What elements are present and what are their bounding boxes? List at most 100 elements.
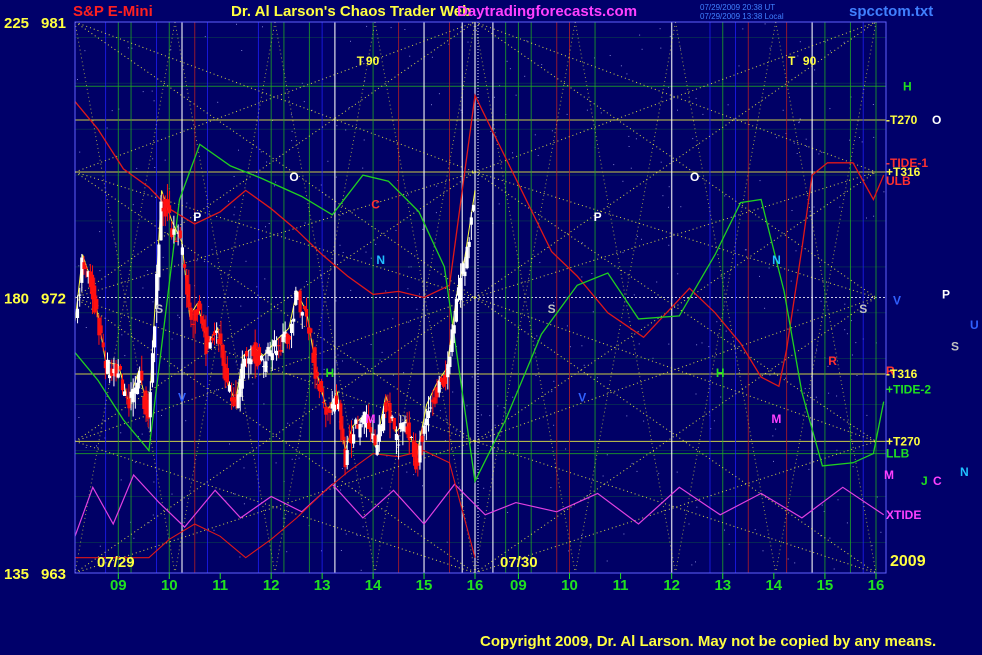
star-dot [790,280,792,282]
star-dot [797,55,799,57]
star-dot [503,407,505,408]
star-dot [336,125,338,127]
star-dot [370,257,372,259]
instrument-label: S&P E-Mini [73,3,153,20]
star-dot [286,551,288,553]
star-dot [323,338,325,340]
candle-body [304,309,309,317]
candle-body [210,337,214,341]
star-dot [785,377,787,379]
star-dot [668,244,670,246]
star-dot [583,364,585,366]
star-dot [541,64,543,66]
star-dot [606,454,608,456]
candle-body [319,381,324,393]
star-dot [177,314,179,316]
star-dot [844,329,846,331]
candle-body [272,340,276,347]
star-dot [136,167,138,169]
site-label: Daytradingforecasts.com [457,3,637,20]
star-dot [265,226,266,228]
star-dot [409,55,411,57]
candle-body [80,257,84,283]
star-dot [335,176,337,178]
star-dot [814,69,816,71]
candle-body [465,246,469,269]
star-dot [124,355,126,357]
star-dot [855,342,857,344]
candle-body [459,278,463,301]
star-dot [151,90,153,92]
star-dot [796,153,798,154]
star-dot [236,23,237,25]
star-dot [620,65,622,67]
candle-body [215,330,219,333]
star-dot [656,281,658,283]
star-dot [622,252,624,254]
star-dot [626,415,628,417]
star-dot [99,231,101,233]
star-dot [79,151,81,153]
star-dot [233,176,235,177]
star-dot [345,129,347,131]
candle-body [322,401,326,403]
star-dot [256,286,258,288]
date-label: 07/30 [500,554,538,571]
star-dot [493,96,495,98]
star-dot [692,138,694,140]
candle-body [187,284,191,308]
star-dot [304,222,306,224]
candle-body [401,422,405,432]
candle-body [420,435,424,442]
hour-label: 10 [561,577,578,594]
star-dot [609,55,611,56]
star-dot [739,370,741,371]
candle-body [352,434,356,444]
star-dot [852,466,854,468]
star-dot [696,506,698,508]
star-dot [395,230,397,231]
candle-body [249,359,253,365]
candle-body [452,325,456,334]
star-dot [375,243,377,245]
candle-body [227,385,232,392]
star-dot [659,28,661,30]
hour-label: 09 [510,577,527,594]
star-dot [676,471,678,473]
star-dot [798,121,800,123]
star-dot [688,523,690,525]
hour-label: 13 [714,577,731,594]
star-dot [245,260,247,262]
star-dot [152,514,154,516]
hour-label: 12 [663,577,680,594]
star-dot [861,141,863,143]
star-dot [581,535,583,536]
star-dot [262,26,263,28]
star-dot [586,109,588,111]
star-dot [438,93,440,95]
star-dot [821,504,823,506]
candle-body [454,298,458,322]
candle-body [242,358,247,367]
right-label: J [921,474,928,488]
star-dot [392,374,394,376]
hour-label: 11 [212,577,228,594]
star-dot [769,374,771,376]
star-dot [551,130,553,132]
star-dot [829,537,831,539]
star-dot [162,256,164,258]
star-dot [327,160,329,162]
candle-body [373,435,377,446]
star-dot [363,139,365,141]
candle-body [225,368,229,383]
candle-body [99,325,103,334]
candle-body [309,328,313,333]
star-dot [404,29,406,30]
star-dot [106,127,108,129]
star-dot [631,462,633,464]
hour-label: 11 [613,577,629,594]
star-dot [466,405,468,407]
candle-body [260,355,264,361]
star-dot [506,60,508,62]
star-dot [365,251,367,253]
